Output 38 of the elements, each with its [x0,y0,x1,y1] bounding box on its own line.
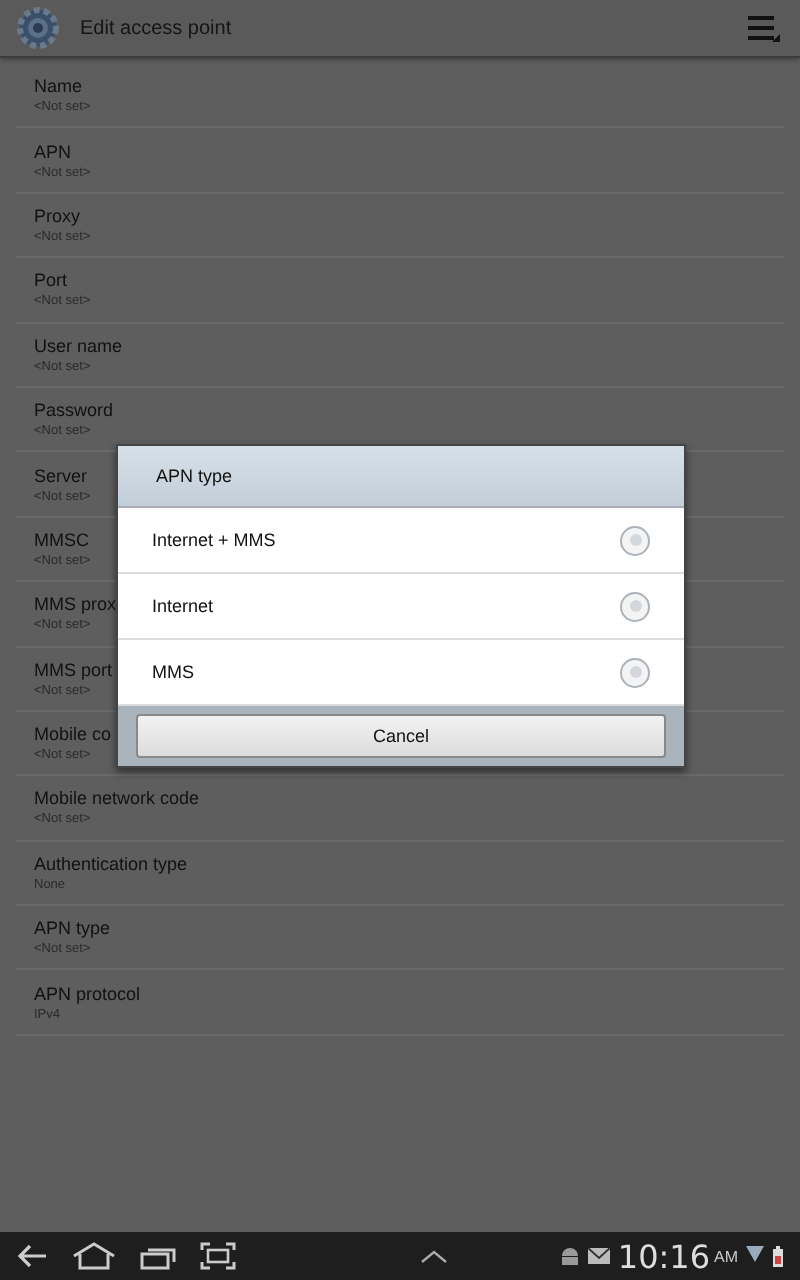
screenshot-icon[interactable] [200,1242,236,1270]
back-icon[interactable] [16,1244,48,1268]
option-label: Internet + MMS [152,530,276,550]
setting-label: APN type [34,916,111,941]
setting-label: Proxy [34,203,81,228]
window-title: Edit access point [80,17,234,39]
setting-label: Password [34,398,114,423]
home-icon[interactable] [72,1242,116,1270]
option-label: Internet [152,596,214,616]
cancel-button[interactable]: Cancel [136,714,666,758]
gear-icon [16,6,60,50]
mail-icon [587,1248,610,1264]
setting-label: Mobile co [34,722,112,747]
menu-icon[interactable] [748,14,780,42]
radio-button[interactable] [620,525,650,555]
dialog-title: APN type [156,466,233,486]
recent-apps-icon[interactable] [140,1243,176,1269]
setting-label: APN [34,139,72,164]
setting-label: Name [34,74,83,99]
option-item[interactable]: Internet + MMS [118,508,684,574]
radio-button[interactable] [620,657,650,687]
wifi-icon [746,1246,764,1266]
setting-label: Authentication type [34,851,188,876]
setting-label: MMS prox [34,592,117,617]
setting-label: MMS port [34,657,113,682]
radio-button[interactable] [620,591,650,621]
setting-label: Port [34,268,68,293]
setting-label: APN protocol [34,981,141,1006]
option-item[interactable]: Internet [118,574,684,640]
setting-label: Server [34,463,88,488]
setting-label: Mobile network code [34,786,200,811]
clock-time: 10:16 [617,1237,710,1275]
setting-label: MMSC [34,527,89,552]
battery-icon [772,1245,784,1267]
setting-label: User name [34,333,123,358]
option-label: MMS [152,662,194,682]
android-icon [559,1246,580,1266]
clock-ampm: AM [714,1247,738,1265]
